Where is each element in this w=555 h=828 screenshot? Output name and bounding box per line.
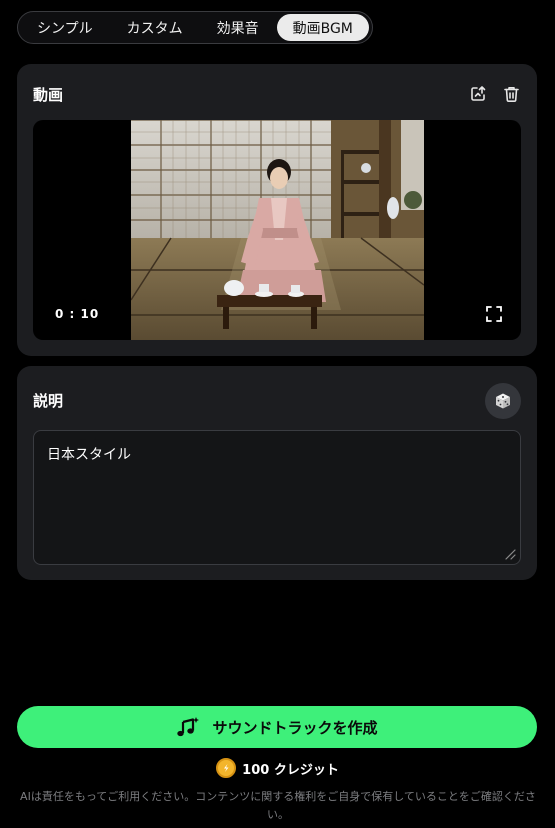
upload-icon[interactable] (467, 83, 489, 105)
tab-custom[interactable]: カスタム (111, 14, 199, 41)
description-text: 日本スタイル (47, 447, 131, 463)
video-timestamp: 0 : 10 (55, 307, 100, 321)
tab-sound-effects[interactable]: 効果音 (201, 14, 275, 41)
video-panel: 動画 0: 10 (17, 64, 537, 356)
description-section-title: 説明 (33, 392, 64, 410)
credits-label: 100 クレジット (242, 762, 339, 778)
random-prompt-button[interactable] (485, 383, 521, 419)
mode-tabs: シンプル カスタム 効果音 動画BGM (17, 11, 373, 44)
credits-indicator: 100 クレジット (0, 758, 555, 778)
video-player[interactable]: 0 : 10 (33, 120, 521, 340)
disclaimer-text: AIは責任をもってご利用ください。コンテンツに関する権利をご自身で保有しているこ… (20, 790, 536, 821)
create-soundtrack-button[interactable]: サウンドトラックを作成 (17, 706, 537, 748)
coin-icon (216, 758, 237, 778)
tab-simple[interactable]: シンプル (21, 14, 109, 41)
tab-video-bgm[interactable]: 動画BGM (276, 14, 369, 41)
dice-icon (496, 393, 510, 409)
description-panel: 説明 日本スタイル (17, 366, 537, 580)
trash-icon[interactable] (500, 83, 522, 105)
video-section-title: 動画 (33, 86, 64, 104)
fullscreen-icon[interactable] (485, 305, 503, 323)
description-input[interactable]: 日本スタイル (33, 430, 521, 565)
video-thumbnail (131, 120, 424, 340)
music-sparkle-icon (177, 717, 200, 737)
create-soundtrack-label: サウンドトラックを作成 (212, 718, 378, 737)
resize-handle-icon[interactable] (504, 548, 516, 560)
